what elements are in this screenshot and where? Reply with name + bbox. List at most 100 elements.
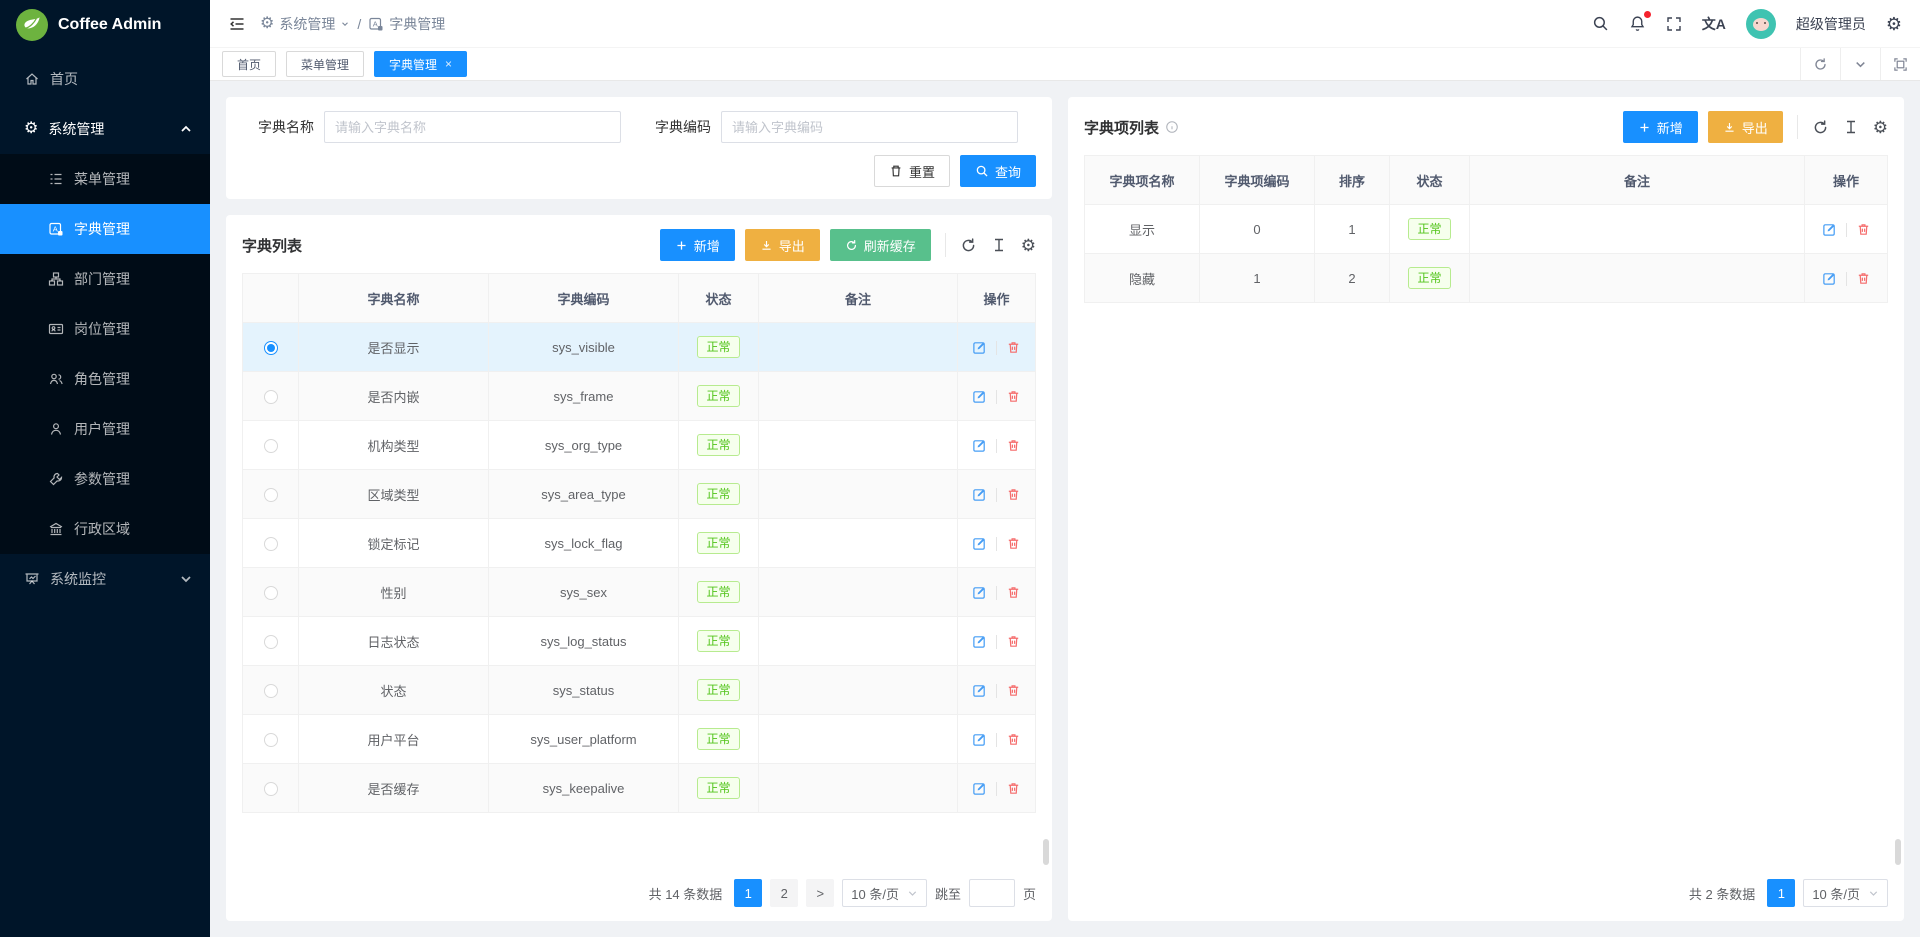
tab-list-dropdown-icon[interactable] (1840, 48, 1880, 80)
page-2-button[interactable]: 2 (770, 879, 798, 907)
breadcrumb-parent[interactable]: ⚙ 系统管理 (260, 14, 350, 34)
row-radio[interactable] (264, 390, 278, 404)
info-icon[interactable] (1165, 120, 1179, 134)
refresh-table-icon[interactable] (1812, 119, 1829, 136)
delete-button[interactable] (1006, 781, 1021, 796)
row-radio[interactable] (264, 341, 278, 355)
sidebar-item-label: 岗位管理 (74, 319, 130, 339)
table-row[interactable]: 显示 0 1 正常 (1085, 205, 1888, 254)
delete-button[interactable] (1006, 340, 1021, 355)
page-size-select[interactable]: 10 条/页 (1803, 879, 1888, 907)
jump-page-input[interactable] (969, 879, 1015, 907)
table-row[interactable]: 状态 sys_status 正常 (243, 666, 1036, 715)
delete-button[interactable] (1006, 536, 1021, 551)
sidebar-item-role-management[interactable]: 角色管理 (0, 354, 210, 404)
delete-button[interactable] (1006, 438, 1021, 453)
sidebar-item-post-management[interactable]: 岗位管理 (0, 304, 210, 354)
row-height-icon[interactable] (991, 237, 1007, 253)
notification-bell-icon[interactable] (1629, 15, 1646, 32)
export-dict-item-button[interactable]: 导出 (1708, 111, 1783, 143)
edit-button[interactable] (972, 634, 987, 649)
query-button[interactable]: 查询 (960, 155, 1036, 187)
sidebar-item-param-management[interactable]: 参数管理 (0, 454, 210, 504)
row-radio[interactable] (264, 439, 278, 453)
column-settings-icon[interactable]: ⚙ (1873, 119, 1888, 136)
table-row[interactable]: 日志状态 sys_log_status 正常 (243, 617, 1036, 666)
row-radio[interactable] (264, 635, 278, 649)
dict-code-input[interactable] (721, 111, 1018, 143)
table-row[interactable]: 机构类型 sys_org_type 正常 (243, 421, 1036, 470)
edit-button[interactable] (1822, 271, 1837, 286)
edit-button[interactable] (972, 781, 987, 796)
delete-button[interactable] (1006, 585, 1021, 600)
reset-button[interactable]: 重置 (874, 155, 950, 187)
delete-button[interactable] (1006, 683, 1021, 698)
delete-button[interactable] (1856, 271, 1871, 286)
sidebar-item-menu-management[interactable]: 菜单管理 (0, 154, 210, 204)
table-row[interactable]: 性别 sys_sex 正常 (243, 568, 1036, 617)
page-1-button[interactable]: 1 (734, 879, 762, 907)
edit-button[interactable] (972, 732, 987, 747)
settings-gear-icon[interactable]: ⚙ (1886, 15, 1902, 33)
fullscreen-icon[interactable] (1666, 16, 1682, 32)
maximize-content-icon[interactable] (1880, 48, 1920, 80)
refresh-cache-button[interactable]: 刷新缓存 (830, 229, 931, 261)
table-row[interactable]: 是否缓存 sys_keepalive 正常 (243, 764, 1036, 813)
add-dict-button[interactable]: 新增 (660, 229, 735, 261)
edit-button[interactable] (972, 487, 987, 502)
column-settings-icon[interactable]: ⚙ (1021, 237, 1036, 254)
refresh-tab-icon[interactable] (1800, 48, 1840, 80)
table-row[interactable]: 区域类型 sys_area_type 正常 (243, 470, 1036, 519)
next-page-button[interactable]: > (806, 879, 834, 907)
scrollbar-thumb[interactable] (1895, 839, 1901, 865)
sidebar-item-admin-area[interactable]: 行政区域 (0, 504, 210, 554)
search-icon[interactable] (1592, 15, 1609, 32)
delete-button[interactable] (1856, 222, 1871, 237)
sidebar-item-dept-management[interactable]: 部门管理 (0, 254, 210, 304)
row-radio[interactable] (264, 782, 278, 796)
table-row[interactable]: 隐藏 1 2 正常 (1085, 254, 1888, 303)
table-row[interactable]: 是否显示 sys_visible 正常 (243, 323, 1036, 372)
sidebar-item-system-monitor[interactable]: 系统监控 (0, 554, 210, 604)
user-name[interactable]: 超级管理员 (1796, 14, 1866, 34)
edit-button[interactable] (972, 585, 987, 600)
sidebar-item-user-management[interactable]: 用户管理 (0, 404, 210, 454)
edit-button[interactable] (972, 340, 987, 355)
avatar[interactable] (1746, 9, 1776, 39)
row-radio[interactable] (264, 733, 278, 747)
edit-button[interactable] (972, 683, 987, 698)
edit-button[interactable] (972, 389, 987, 404)
edit-button[interactable] (1822, 222, 1837, 237)
delete-button[interactable] (1006, 389, 1021, 404)
row-radio[interactable] (264, 488, 278, 502)
table-row[interactable]: 是否内嵌 sys_frame 正常 (243, 372, 1036, 421)
close-tab-icon[interactable]: × (445, 57, 452, 71)
add-dict-item-button[interactable]: 新增 (1623, 111, 1698, 143)
row-radio[interactable] (264, 684, 278, 698)
page-size-select[interactable]: 10 条/页 (842, 879, 927, 907)
language-switch-icon[interactable]: 文A (1702, 14, 1726, 34)
delete-button[interactable] (1006, 487, 1021, 502)
sidebar-item-dict-management[interactable]: A 字典管理 (0, 204, 210, 254)
sidebar-item-home[interactable]: 首页 (0, 54, 210, 104)
tab-home[interactable]: 首页 (222, 51, 276, 77)
tab-dict-management[interactable]: 字典管理 × (374, 51, 467, 77)
delete-button[interactable] (1006, 732, 1021, 747)
row-height-icon[interactable] (1843, 119, 1859, 135)
sidebar-collapse-button[interactable] (228, 15, 246, 33)
row-radio[interactable] (264, 537, 278, 551)
sidebar-item-system-management[interactable]: ⚙ 系统管理 (0, 104, 210, 154)
edit-button[interactable] (972, 438, 987, 453)
page-1-button[interactable]: 1 (1767, 879, 1795, 907)
export-dict-button[interactable]: 导出 (745, 229, 820, 261)
delete-button[interactable] (1006, 634, 1021, 649)
dict-name-input[interactable] (324, 111, 621, 143)
table-row[interactable]: 锁定标记 sys_lock_flag 正常 (243, 519, 1036, 568)
edit-button[interactable] (972, 536, 987, 551)
tab-menu-management[interactable]: 菜单管理 (286, 51, 364, 77)
row-radio[interactable] (264, 586, 278, 600)
refresh-table-icon[interactable] (960, 237, 977, 254)
scrollbar-thumb[interactable] (1043, 839, 1049, 865)
table-row[interactable]: 用户平台 sys_user_platform 正常 (243, 715, 1036, 764)
spring-leaf-logo-icon (16, 9, 48, 41)
